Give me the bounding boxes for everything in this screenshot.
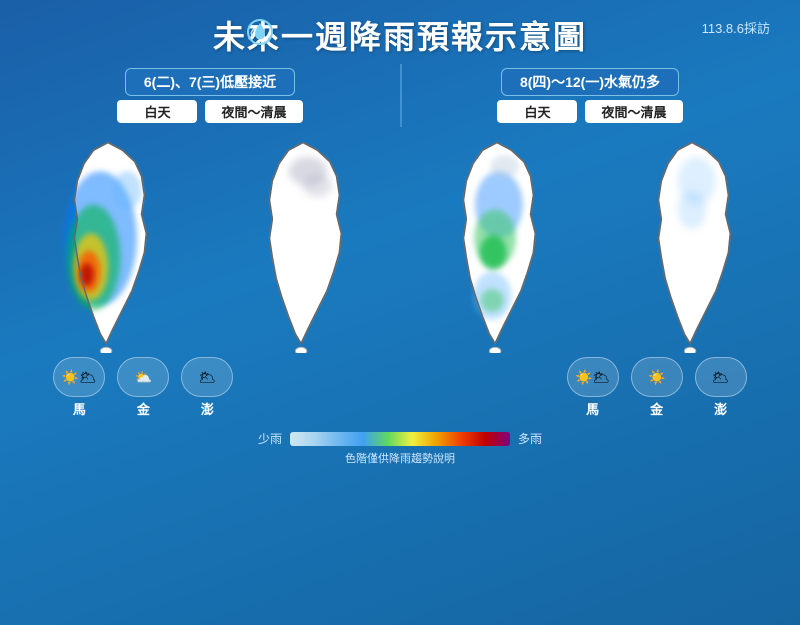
map-right-night: [599, 133, 784, 353]
legend-row: 少雨 多雨: [258, 424, 542, 450]
maps-row: [0, 127, 800, 353]
left-islands: ☀️🌥 馬 ⛅ 金 🌥 澎: [15, 357, 272, 418]
legend-note: 色階僅供降雨趨勢說明: [345, 450, 455, 466]
island-label: 金: [650, 399, 663, 418]
legend-low-label: 少雨: [258, 430, 282, 447]
date-label: 113.8.6採訪: [702, 18, 770, 37]
legend-color-bar: [290, 432, 510, 446]
header: 未來一週降雨預報示意圖 113.8.6採訪: [0, 0, 800, 64]
legend-high-label: 多雨: [518, 430, 542, 447]
island-weather-icon: ⛅: [135, 369, 152, 386]
map-right-day: [405, 133, 590, 353]
right-section-title: 8(四)～12(一)水氣仍多: [501, 68, 679, 96]
right-island-peng: 🌥 澎: [695, 357, 747, 418]
left-island-ma: ☀️🌥 馬: [53, 357, 105, 418]
left-night-label: 夜間～清晨: [205, 100, 302, 123]
island-weather-icon: ☀️🌥: [62, 369, 97, 386]
island-label: 澎: [201, 399, 214, 418]
right-section-group: 8(四)～12(一)水氣仍多 白天 夜間～清晨: [400, 68, 780, 123]
island-label: 澎: [714, 399, 727, 418]
islands-row: ☀️🌥 馬 ⛅ 金 🌥 澎 ☀️🌥 馬 ☀️: [0, 353, 800, 418]
island-label: 金: [137, 399, 150, 418]
island-label: 馬: [586, 399, 599, 418]
island-weather-icon: 🌥: [198, 369, 216, 386]
map-left-night: [210, 133, 395, 353]
right-islands: ☀️🌥 馬 ☀️ 金 🌥 澎: [528, 357, 785, 418]
island-weather-icon: ☀️: [648, 369, 665, 386]
left-island-peng: 🌥 澎: [181, 357, 233, 418]
map-left-day: [16, 133, 201, 353]
left-section-group: 6(二)、7(三)低壓接近 白天 夜間～清晨: [20, 68, 400, 123]
sections-row: 6(二)、7(三)低壓接近 白天 夜間～清晨 8(四)～12(一)水氣仍多 白天…: [0, 64, 800, 127]
left-island-jin: ⛅ 金: [117, 357, 169, 418]
right-night-label: 夜間～清晨: [585, 100, 682, 123]
island-weather-icon: 🌥: [712, 369, 730, 386]
left-day-label: 白天: [117, 100, 197, 123]
island-weather-icon: ☀️🌥: [575, 369, 610, 386]
logo-icon: [245, 17, 275, 54]
right-island-jin: ☀️ 金: [631, 357, 683, 418]
island-label: 馬: [73, 399, 86, 418]
right-day-label: 白天: [497, 100, 577, 123]
right-island-ma: ☀️🌥 馬: [567, 357, 619, 418]
left-section-title: 6(二)、7(三)低壓接近: [125, 68, 295, 96]
